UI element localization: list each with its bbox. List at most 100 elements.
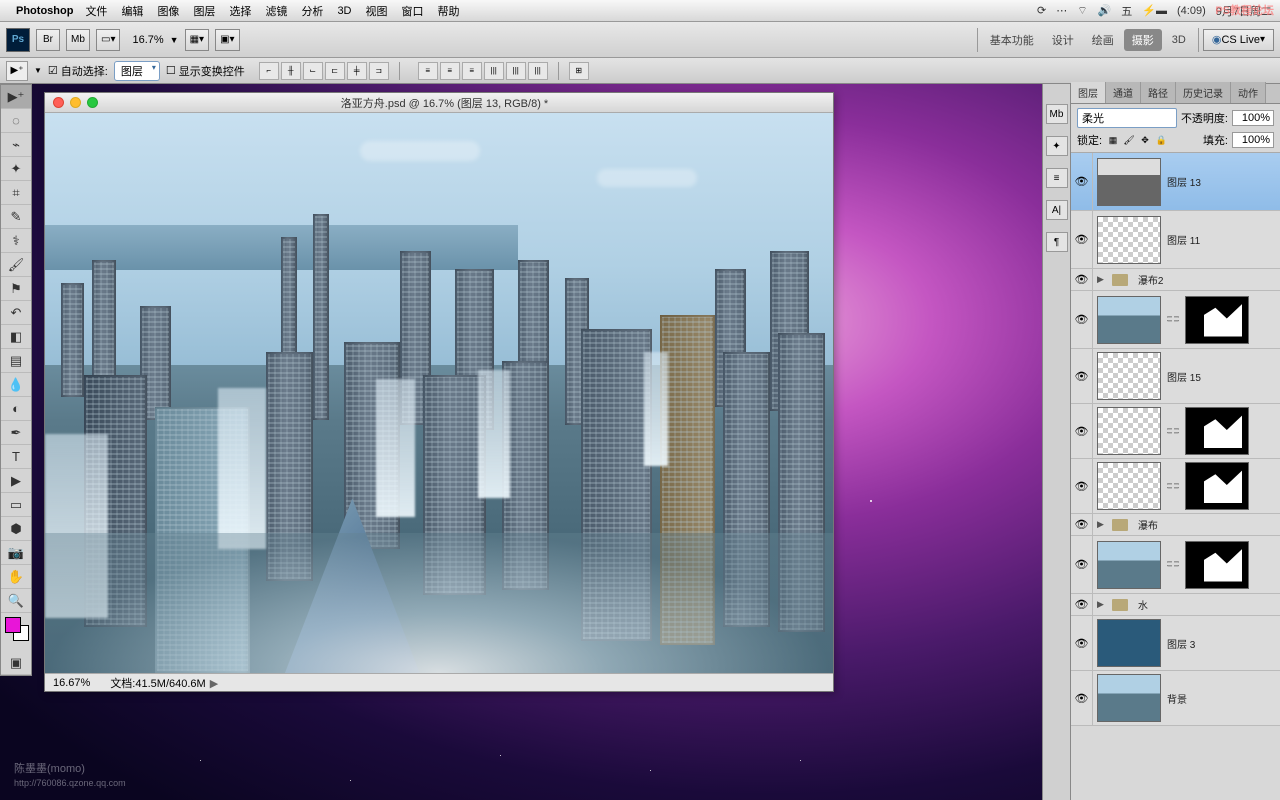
- align-vcenter[interactable]: ╫: [281, 62, 301, 80]
- layer-content[interactable]: ⊂⊃: [1093, 538, 1280, 592]
- align-top[interactable]: ⌐: [259, 62, 279, 80]
- lock-pixels-icon[interactable]: 🖌: [1122, 133, 1136, 147]
- shape-tool[interactable]: ▭: [1, 493, 31, 517]
- visibility-toggle[interactable]: 👁: [1071, 514, 1093, 535]
- 3d-camera-tool[interactable]: 📷: [1, 541, 31, 565]
- fill-value[interactable]: 100%: [1232, 132, 1274, 148]
- layer-name[interactable]: 瀑布: [1138, 517, 1158, 532]
- visibility-toggle[interactable]: 👁: [1071, 291, 1093, 348]
- app-name[interactable]: Photoshop: [16, 5, 73, 17]
- layer-row[interactable]: 👁 ⊂⊃: [1071, 291, 1280, 349]
- layer-name[interactable]: 图层 15: [1167, 369, 1201, 384]
- dock-minibridge[interactable]: Mb: [1046, 104, 1068, 124]
- move-tool-preset[interactable]: ▶⁺: [6, 61, 28, 81]
- menu-3d[interactable]: 3D: [337, 5, 351, 17]
- cs-live-button[interactable]: ◉ CS Live ▾: [1203, 29, 1274, 51]
- layer-thumbnail[interactable]: [1097, 462, 1161, 510]
- group-arrow-icon[interactable]: ▶: [1097, 519, 1104, 530]
- dock-adjustments[interactable]: ✦: [1046, 136, 1068, 156]
- foreground-color[interactable]: [5, 617, 21, 633]
- pen-tool[interactable]: ✒: [1, 421, 31, 445]
- menu-image[interactable]: 图像: [157, 3, 179, 19]
- grid-button[interactable]: ▦▾: [185, 29, 209, 51]
- crop-tool[interactable]: ⌗: [1, 181, 31, 205]
- visibility-toggle[interactable]: 👁: [1071, 671, 1093, 725]
- layer-thumbnail[interactable]: [1097, 352, 1161, 400]
- layer-row[interactable]: 👁 ▶ 瀑布: [1071, 514, 1280, 536]
- eyedropper-tool[interactable]: ✎: [1, 205, 31, 229]
- group-arrow-icon[interactable]: ▶: [1097, 274, 1104, 285]
- layer-row[interactable]: 👁 图层 15: [1071, 349, 1280, 404]
- dock-paragraph[interactable]: ¶: [1046, 232, 1068, 252]
- layer-content[interactable]: 背景: [1093, 671, 1280, 725]
- layer-thumbnail[interactable]: [1097, 674, 1161, 722]
- lock-transparent-icon[interactable]: ▦: [1106, 133, 1120, 147]
- eraser-tool[interactable]: ◧: [1, 325, 31, 349]
- mask-thumbnail[interactable]: [1185, 296, 1249, 344]
- layer-row[interactable]: 👁⊂⊃: [1071, 536, 1280, 594]
- layer-content[interactable]: 图层 11: [1093, 213, 1280, 267]
- workspace-design[interactable]: 设计: [1044, 29, 1082, 51]
- show-transform-checkbox[interactable]: ☐显示变换控件: [166, 63, 245, 79]
- dist-bottom[interactable]: ≡: [462, 62, 482, 80]
- menu-file[interactable]: 文件: [85, 3, 107, 19]
- auto-align[interactable]: ⊞: [569, 62, 589, 80]
- menu-select[interactable]: 选择: [229, 3, 251, 19]
- opacity-value[interactable]: 100%: [1232, 110, 1274, 126]
- visibility-toggle[interactable]: 👁: [1071, 459, 1093, 513]
- layer-name[interactable]: 图层 11: [1167, 232, 1200, 247]
- layer-name[interactable]: 瀑布2: [1138, 272, 1164, 287]
- status-zoom[interactable]: 16.67%: [53, 677, 90, 689]
- dist-right[interactable]: |||: [528, 62, 548, 80]
- close-button[interactable]: [53, 97, 64, 108]
- tab-channels[interactable]: 通道: [1106, 82, 1141, 103]
- layer-content[interactable]: ▶水: [1093, 594, 1280, 615]
- quickmask-toggle[interactable]: ▣: [1, 651, 31, 675]
- layer-row[interactable]: 👁⊂⊃: [1071, 404, 1280, 459]
- layer-content[interactable]: ▶ 瀑布: [1093, 514, 1280, 535]
- layer-thumbnail[interactable]: [1097, 407, 1161, 455]
- dodge-tool[interactable]: ◐: [1, 397, 31, 421]
- layer-row[interactable]: 👁图层 13: [1071, 153, 1280, 211]
- zoom-button[interactable]: [87, 97, 98, 108]
- workspace-photography[interactable]: 摄影: [1124, 29, 1162, 51]
- menu-analysis[interactable]: 分析: [301, 3, 323, 19]
- menu-help[interactable]: 帮助: [438, 3, 460, 19]
- visibility-toggle[interactable]: 👁: [1071, 616, 1093, 670]
- sync-icon[interactable]: ⟳: [1037, 4, 1046, 17]
- zoom-level[interactable]: 16.7%: [132, 34, 163, 46]
- auto-select-checkbox[interactable]: ☑自动选择:: [48, 63, 108, 79]
- quick-select-tool[interactable]: ✦: [1, 157, 31, 181]
- layer-content[interactable]: ⊂⊃: [1093, 404, 1280, 458]
- blur-tool[interactable]: 💧: [1, 373, 31, 397]
- document-canvas[interactable]: [45, 113, 833, 673]
- tab-history[interactable]: 历史记录: [1176, 82, 1231, 103]
- link-icon[interactable]: ⊂⊃: [1167, 310, 1179, 330]
- move-tool[interactable]: ▶⁺: [1, 85, 31, 109]
- layer-content[interactable]: 图层 13: [1093, 155, 1280, 209]
- visibility-toggle[interactable]: 👁: [1071, 211, 1093, 268]
- zoom-tool[interactable]: 🔍: [1, 589, 31, 613]
- dock-masks[interactable]: ≡: [1046, 168, 1068, 188]
- visibility-toggle[interactable]: 👁: [1071, 349, 1093, 403]
- dist-top[interactable]: ≡: [418, 62, 438, 80]
- mask-thumbnail[interactable]: [1185, 541, 1249, 589]
- color-swatches[interactable]: [1, 613, 31, 651]
- bridge-button[interactable]: Br: [36, 29, 60, 51]
- view-dropdown[interactable]: ▭▾: [96, 29, 120, 51]
- link-icon[interactable]: ⊂⊃: [1167, 476, 1179, 496]
- visibility-toggle[interactable]: 👁: [1071, 536, 1093, 593]
- dock-character[interactable]: A|: [1046, 200, 1068, 220]
- menu-edit[interactable]: 编辑: [121, 3, 143, 19]
- minibridge-button[interactable]: Mb: [66, 29, 90, 51]
- menu-layer[interactable]: 图层: [193, 3, 215, 19]
- document-titlebar[interactable]: 洛亚方舟.psd @ 16.7% (图层 13, RGB/8) *: [45, 93, 833, 113]
- minimize-button[interactable]: [70, 97, 81, 108]
- lasso-tool[interactable]: ⌁: [1, 133, 31, 157]
- path-select-tool[interactable]: ▶: [1, 469, 31, 493]
- mask-thumbnail[interactable]: [1185, 462, 1249, 510]
- workspace-3d[interactable]: 3D: [1164, 31, 1194, 49]
- mask-thumbnail[interactable]: [1185, 407, 1249, 455]
- layer-name[interactable]: 图层 3: [1167, 636, 1195, 651]
- layer-thumbnail[interactable]: [1097, 158, 1161, 206]
